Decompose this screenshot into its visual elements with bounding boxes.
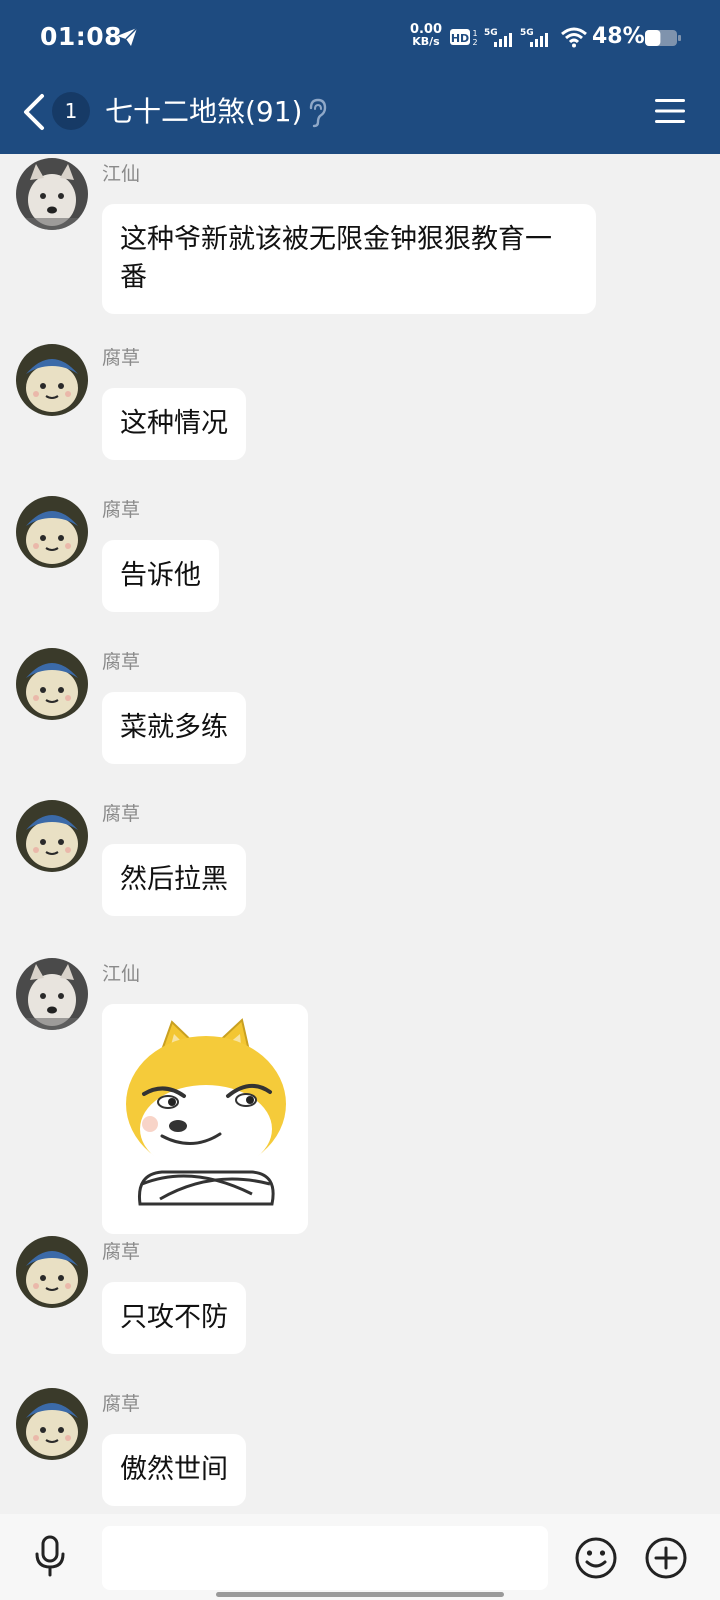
message-bubble[interactable]: 告诉他 — [102, 540, 219, 612]
signal-5g-icon-1: 5G — [484, 28, 512, 47]
message-bubble[interactable]: 只攻不防 — [102, 1282, 246, 1354]
sender-name: 腐草 — [102, 1393, 141, 1415]
hd-voice-icon: HD 1 2 — [450, 29, 478, 46]
signal-label-2: 5G — [520, 28, 534, 38]
microphone-icon[interactable] — [30, 1534, 70, 1578]
wifi-icon — [561, 27, 587, 48]
sender-name: 江仙 — [102, 963, 141, 985]
battery-icon — [645, 30, 681, 46]
signal-label-1: 5G — [484, 28, 498, 38]
chat-header: 1 七十二地煞(91) — [0, 76, 720, 154]
sender-name: 腐草 — [102, 347, 141, 369]
svg-text:2: 2 — [472, 38, 477, 46]
message-text-input[interactable] — [102, 1526, 548, 1590]
battery-percent: 48% — [592, 24, 645, 49]
avatar-fucao[interactable] — [16, 1388, 88, 1460]
avatar-jiangxian[interactable] — [16, 958, 88, 1030]
back-arrow-icon[interactable] — [20, 90, 46, 134]
unread-count-badge[interactable]: 1 — [52, 92, 90, 130]
home-indicator[interactable] — [216, 1592, 504, 1597]
avatar-fucao[interactable] — [16, 1236, 88, 1308]
avatar-fucao[interactable] — [16, 800, 88, 872]
status-bar: 01:08 0.00 KB/s HD 1 2 5G 5G 48% — [0, 0, 720, 76]
sender-name: 腐草 — [102, 803, 141, 825]
message-bubble[interactable]: 菜就多练 — [102, 692, 246, 764]
emoji-icon[interactable] — [574, 1536, 618, 1580]
svg-text:1: 1 — [472, 29, 477, 38]
plus-more-icon[interactable] — [644, 1536, 688, 1580]
network-speed-unit: KB/s — [412, 35, 440, 48]
sender-name: 腐草 — [102, 499, 141, 521]
message-bubble[interactable]: 傲然世间 — [102, 1434, 246, 1506]
sender-name: 江仙 — [102, 163, 141, 185]
group-title[interactable]: 七十二地煞(91) — [105, 92, 302, 132]
ear-icon — [309, 98, 327, 128]
message-bubble[interactable]: 这种爷新就该被无限金钟狠狠教育一番 — [102, 204, 596, 314]
signal-5g-icon-2: 5G — [520, 28, 548, 47]
avatar-fucao[interactable] — [16, 344, 88, 416]
avatar-fucao[interactable] — [16, 496, 88, 568]
shiba-dog-crossed-arms-sticker[interactable] — [102, 1004, 308, 1234]
message-input-bar — [0, 1514, 720, 1600]
telegram-send-icon — [117, 27, 138, 46]
network-speed: 0.00 KB/s — [406, 23, 446, 48]
avatar-jiangxian[interactable] — [16, 158, 88, 230]
sender-name: 腐草 — [102, 1241, 141, 1263]
status-time: 01:08 — [40, 22, 123, 51]
sender-name: 腐草 — [102, 651, 141, 673]
avatar-fucao[interactable] — [16, 648, 88, 720]
hd-label: HD — [451, 32, 469, 45]
message-bubble[interactable]: 这种情况 — [102, 388, 246, 460]
message-bubble[interactable]: 然后拉黑 — [102, 844, 246, 916]
chat-message-list[interactable]: 江仙 这种爷新就该被无限金钟狠狠教育一番 腐草 这种情况 腐草 告诉他 腐草 菜… — [0, 154, 720, 1514]
hamburger-menu-icon[interactable] — [655, 96, 685, 126]
